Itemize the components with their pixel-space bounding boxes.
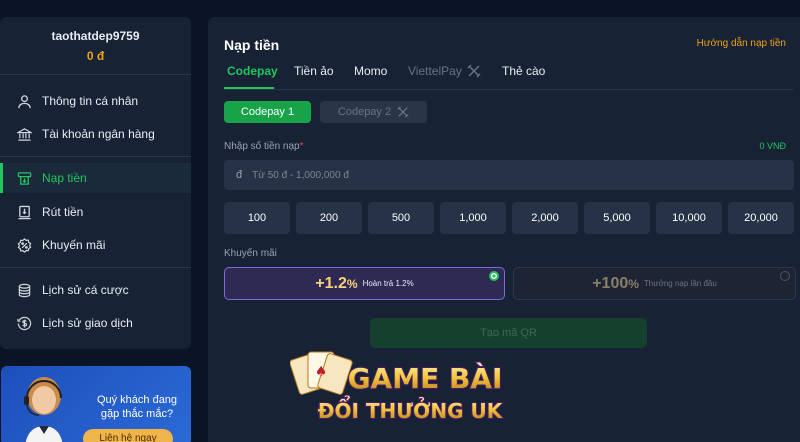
- sidebar-item-label: Lịch sử giao dịch: [42, 316, 133, 330]
- bank-icon: [17, 127, 32, 141]
- subtab-codepay-1[interactable]: Codepay 1: [224, 101, 311, 123]
- promo-radio[interactable]: [780, 271, 790, 281]
- tab-crypto[interactable]: Tiền ảo: [294, 64, 334, 78]
- support-agent-avatar: [24, 377, 63, 442]
- deposit-icon: [17, 171, 32, 185]
- promo-option-cashback[interactable]: +1.2% Hoàn trả 1.2%: [224, 267, 505, 300]
- promo-value-number: +1.2: [315, 274, 347, 292]
- divider: [0, 74, 191, 75]
- subtab-codepay-2: Codepay 2: [320, 101, 427, 123]
- amount-label-text: Nhập số tiền nạp: [224, 141, 300, 152]
- promo-radio-selected[interactable]: [489, 271, 499, 281]
- sidebar-item-label: Rút tiền: [42, 205, 84, 219]
- quick-amount-1000[interactable]: 1,000: [440, 202, 506, 234]
- banner-line-1: GAME BÀI: [348, 361, 503, 395]
- game-bai-logo: ♠ GAME BÀI ĐỔI THƯỞNG UK: [290, 351, 505, 424]
- tab-label: Codepay: [227, 64, 278, 78]
- divider: [0, 267, 191, 268]
- quick-amount-10000[interactable]: 10,000: [656, 202, 722, 234]
- quick-amount-20000[interactable]: 20,000: [728, 202, 794, 234]
- tools-disabled-icon: [467, 64, 481, 78]
- sidebar-item-profile[interactable]: Thông tin cá nhân: [0, 86, 191, 116]
- tab-active-indicator: [224, 87, 274, 89]
- promo-value-unit: %: [628, 276, 639, 291]
- sidebar-item-label: Khuyến mãi: [42, 238, 106, 252]
- tab-label: ViettelPay: [408, 64, 462, 78]
- tab-viettelpay: ViettelPay: [408, 64, 481, 78]
- create-qr-button[interactable]: Tạo mã QR: [370, 318, 647, 348]
- sidebar-item-bank-account[interactable]: Tài khoản ngân hàng: [0, 119, 191, 149]
- quick-amount-2000[interactable]: 2,000: [512, 202, 578, 234]
- tab-label: Thẻ cào: [502, 64, 546, 78]
- promo-value: +100%: [592, 275, 639, 293]
- promo-value: +1.2%: [315, 275, 357, 293]
- sidebar-item-label: Thông tin cá nhân: [42, 94, 139, 108]
- subtab-label: Codepay 2: [337, 106, 392, 118]
- tab-momo[interactable]: Momo: [354, 64, 387, 78]
- divider: [0, 156, 191, 157]
- tab-label: Tiền ảo: [294, 64, 334, 78]
- quick-amount-100[interactable]: 100: [224, 202, 290, 234]
- promo-desc: Thưởng nạp lần đầu: [643, 279, 717, 288]
- promo-content: +1.2% Hoàn trả 1.2%: [225, 275, 504, 293]
- promo-icon: [17, 237, 32, 253]
- balance: 0 đ: [86, 49, 105, 63]
- username: taothatdep9759: [51, 29, 140, 43]
- sidebar-item-withdraw[interactable]: Rút tiền: [0, 197, 191, 227]
- amount-label: Nhập số tiền nạp*: [224, 141, 304, 152]
- promo-value-unit: %: [346, 276, 358, 291]
- user-icon: [18, 94, 31, 108]
- promo-label: Khuyến mãi: [224, 248, 277, 259]
- amount-current: 0 VNĐ: [759, 141, 786, 151]
- playing-cards-icon: ♠: [290, 351, 353, 395]
- page-title: Nạp tiền: [224, 37, 280, 53]
- quick-amount-200[interactable]: 200: [296, 202, 362, 234]
- dollar-history-icon: [17, 316, 32, 330]
- contact-button[interactable]: Liên hệ ngay: [83, 429, 173, 442]
- sidebar-item-label: Tài khoản ngân hàng: [42, 127, 155, 141]
- required-mark: *: [299, 141, 304, 152]
- support-question: Quý khách đang gặp thắc mắc?: [96, 394, 178, 420]
- sidebar-item-bet-history[interactable]: Lịch sử cá cược: [0, 275, 191, 305]
- coins-icon: [18, 283, 31, 297]
- tools-disabled-icon: [397, 106, 409, 118]
- promo-value-number: +100: [592, 274, 629, 292]
- tab-divider: [224, 89, 794, 90]
- support-card: Quý khách đang gặp thắc mắc? Liên hệ nga…: [1, 366, 191, 442]
- amount-input-wrapper: đ: [224, 160, 794, 190]
- withdraw-icon: [18, 205, 31, 219]
- promo-option-first-deposit[interactable]: +100% Thưởng nạp lần đầu: [513, 267, 796, 300]
- currency-symbol: đ: [236, 169, 243, 181]
- subtab-label: Codepay 1: [240, 106, 295, 118]
- sidebar-item-label: Lịch sử cá cược: [42, 283, 129, 297]
- tab-codepay[interactable]: Codepay: [227, 64, 278, 78]
- sidebar-item-promotions[interactable]: Khuyến mãi: [0, 230, 191, 260]
- promo-desc: Hoàn trả 1.2%: [362, 279, 414, 288]
- amount-input[interactable]: [252, 169, 653, 181]
- deposit-guide-link[interactable]: Hướng dẫn nạp tiền: [697, 38, 786, 49]
- tab-scratch-card[interactable]: Thẻ cào: [502, 64, 545, 78]
- tab-label: Momo: [354, 64, 388, 78]
- quick-amount-500[interactable]: 500: [368, 202, 434, 234]
- sidebar-item-transaction-history[interactable]: Lịch sử giao dịch: [0, 308, 191, 338]
- promo-content: +100% Thưởng nạp lần đầu: [514, 275, 795, 293]
- sidebar-item-label: Nạp tiền: [42, 171, 87, 185]
- account-sidebar: taothatdep9759 0 đ Thông tin cá nhân Tài…: [0, 17, 191, 349]
- svg-text:♠: ♠: [315, 364, 328, 380]
- banner-line-2: ĐỔI THƯỞNG UK: [318, 396, 504, 423]
- quick-amount-5000[interactable]: 5,000: [584, 202, 650, 234]
- sidebar-item-deposit[interactable]: Nạp tiền: [0, 163, 191, 193]
